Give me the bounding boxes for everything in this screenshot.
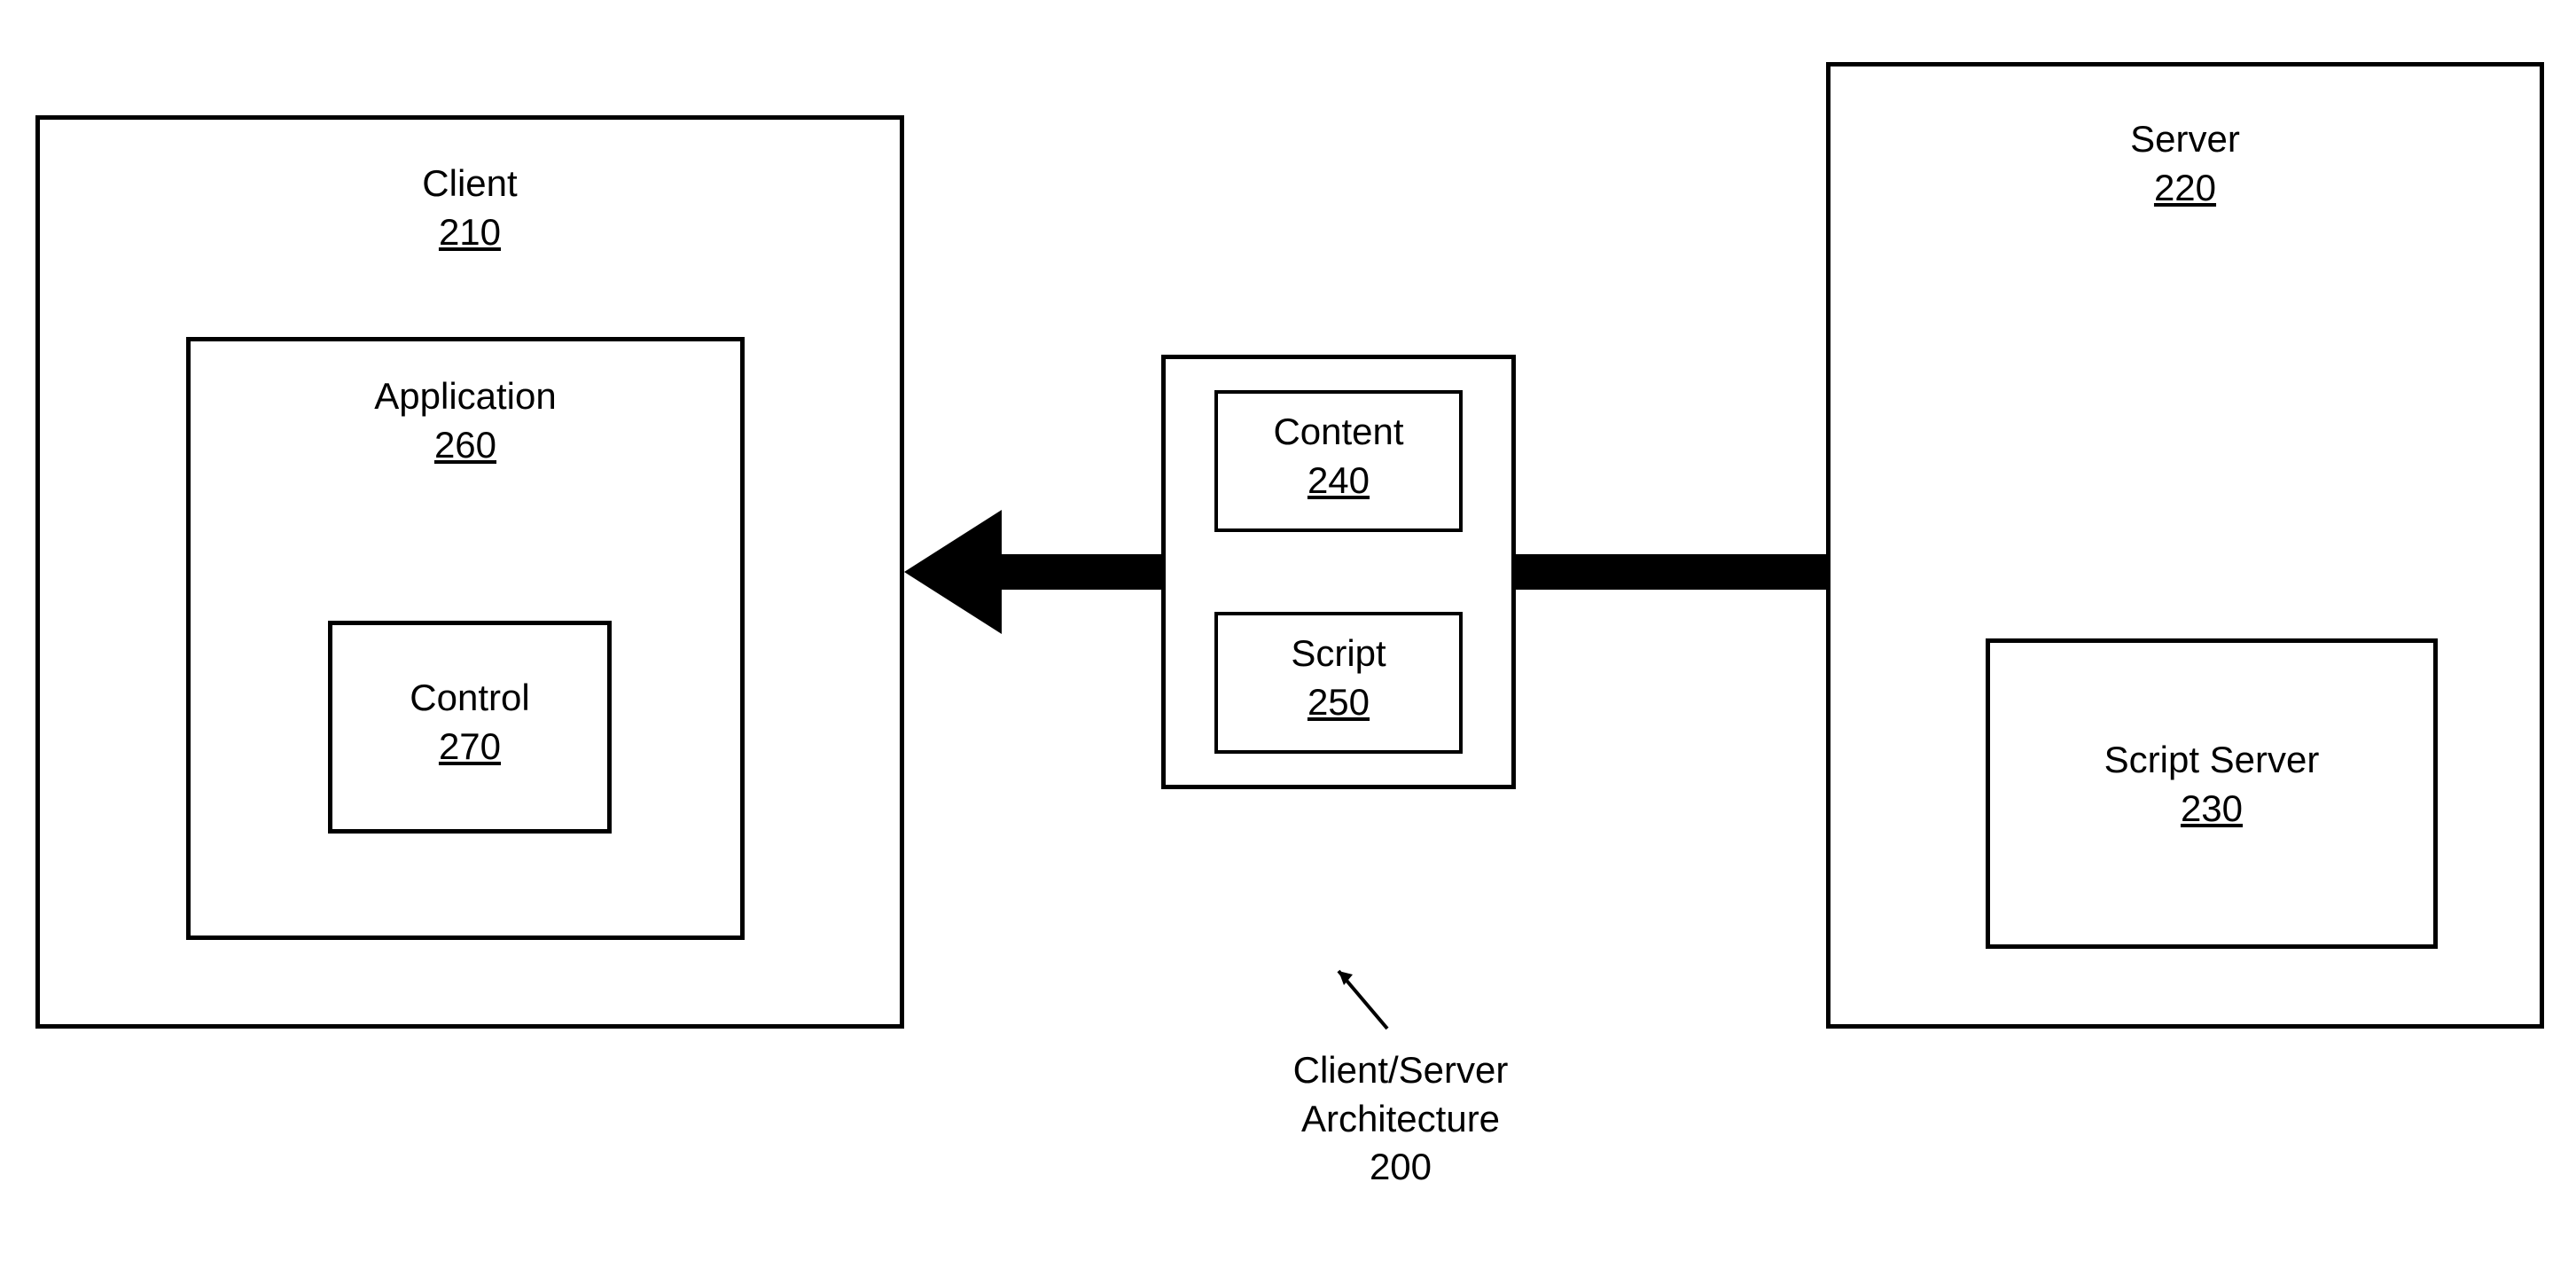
arrow-segment-left	[993, 554, 1161, 590]
script-ref: 250	[1308, 681, 1370, 723]
content-title: Content	[1273, 411, 1403, 452]
application-title: Application	[374, 375, 556, 417]
caption-pointer-icon	[1321, 953, 1409, 1042]
application-ref: 260	[434, 424, 496, 466]
content-ref: 240	[1308, 459, 1370, 501]
application-label: Application 260	[186, 372, 745, 469]
control-label: Control 270	[328, 674, 612, 771]
caption-ref: 200	[1370, 1146, 1432, 1187]
server-title: Server	[2130, 118, 2240, 160]
script-server-title: Script Server	[2104, 739, 2320, 780]
client-title: Client	[422, 162, 517, 204]
script-server-ref: 230	[2181, 787, 2243, 829]
script-title: Script	[1291, 632, 1386, 674]
caption-line2: Architecture	[1301, 1098, 1500, 1139]
client-ref: 210	[439, 211, 501, 253]
caption-line1: Client/Server	[1293, 1049, 1509, 1091]
caption-label: Client/Server Architecture 200	[1197, 1046, 1604, 1192]
server-ref: 220	[2154, 167, 2216, 208]
arrow-head-icon	[904, 510, 1002, 634]
control-ref: 270	[439, 725, 501, 767]
content-label: Content 240	[1214, 408, 1463, 505]
control-title: Control	[410, 677, 529, 718]
client-label: Client 210	[35, 160, 904, 256]
arrow-segment-right	[1516, 554, 1826, 590]
script-label: Script 250	[1214, 630, 1463, 726]
script-server-label: Script Server 230	[1986, 736, 2438, 833]
server-label: Server 220	[1826, 115, 2544, 212]
